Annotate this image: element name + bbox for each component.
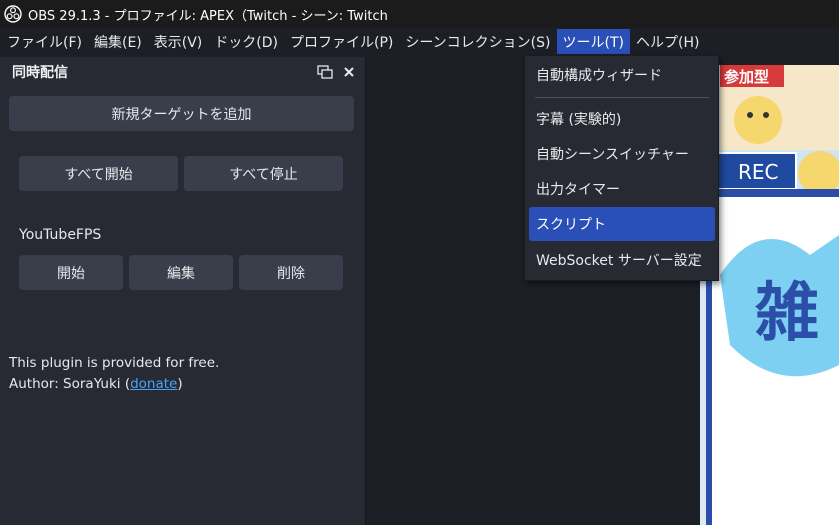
dock-controls	[317, 65, 355, 79]
delete-target-button[interactable]: 削除	[239, 255, 343, 290]
menu-docks[interactable]: ドック(D)	[208, 29, 284, 54]
menu-item-captions[interactable]: 字幕 (実験的)	[529, 102, 715, 136]
menu-bar: ファイル(F) 編集(E) 表示(V) ドック(D) プロファイル(P) シーン…	[0, 28, 839, 55]
target-name-label: YouTubeFPS	[19, 227, 102, 243]
plugin-info-text: This plugin is provided for free.	[9, 355, 220, 371]
dock-title: 同時配信	[12, 65, 68, 81]
obs-logo-icon	[4, 5, 22, 23]
plugin-author-line: Author: SoraYuki (donate)	[9, 376, 183, 392]
add-target-button[interactable]: 新規ターゲットを追加	[9, 96, 354, 131]
title-bar: OBS 29.1.3 - プロファイル: APEX（Twitch - シーン: …	[0, 0, 839, 28]
close-dock-icon[interactable]	[343, 66, 355, 78]
menu-item-output-timer[interactable]: 出力タイマー	[529, 172, 715, 206]
menu-tools[interactable]: ツール(T)	[556, 29, 630, 54]
preview-rec-text: REC	[738, 160, 779, 184]
menu-item-auto-config-wizard[interactable]: 自動構成ウィザード	[529, 58, 715, 92]
menu-file[interactable]: ファイル(F)	[1, 29, 88, 54]
preview-canvas[interactable]: 参加型 REC 雑	[700, 65, 839, 525]
menu-separator	[535, 97, 709, 98]
menu-item-scripts[interactable]: スクリプト	[529, 207, 715, 241]
tools-dropdown-menu: 自動構成ウィザード 字幕 (実験的) 自動シーンスイッチャー 出力タイマー スク…	[524, 55, 719, 281]
edit-target-button[interactable]: 編集	[129, 255, 233, 290]
menu-item-websocket-settings[interactable]: WebSocket サーバー設定	[529, 243, 715, 277]
start-target-button[interactable]: 開始	[19, 255, 123, 290]
menu-help[interactable]: ヘルプ(H)	[630, 29, 705, 54]
author-suffix: )	[177, 376, 183, 392]
dock-separator[interactable]	[365, 57, 366, 525]
author-prefix: Author: SoraYuki (	[9, 376, 131, 392]
menu-item-auto-scene-switcher[interactable]: 自動シーンスイッチャー	[529, 137, 715, 171]
start-all-button[interactable]: すべて開始	[19, 156, 178, 191]
menu-view[interactable]: 表示(V)	[148, 29, 209, 54]
preview-artwork: 参加型 REC 雑	[700, 65, 839, 525]
preview-art-glyph: 雑	[754, 277, 819, 351]
menu-edit[interactable]: 編集(E)	[88, 29, 148, 54]
stop-all-button[interactable]: すべて停止	[184, 156, 343, 191]
menu-scene-collection[interactable]: シーンコレクション(S)	[399, 29, 556, 54]
window-title: OBS 29.1.3 - プロファイル: APEX（Twitch - シーン: …	[28, 8, 388, 24]
donate-link[interactable]: donate	[130, 376, 177, 392]
dock-header: 同時配信	[0, 57, 365, 87]
menu-profile[interactable]: プロファイル(P)	[284, 29, 399, 54]
float-dock-icon[interactable]	[317, 65, 333, 79]
preview-badge-text: 参加型	[724, 68, 769, 86]
